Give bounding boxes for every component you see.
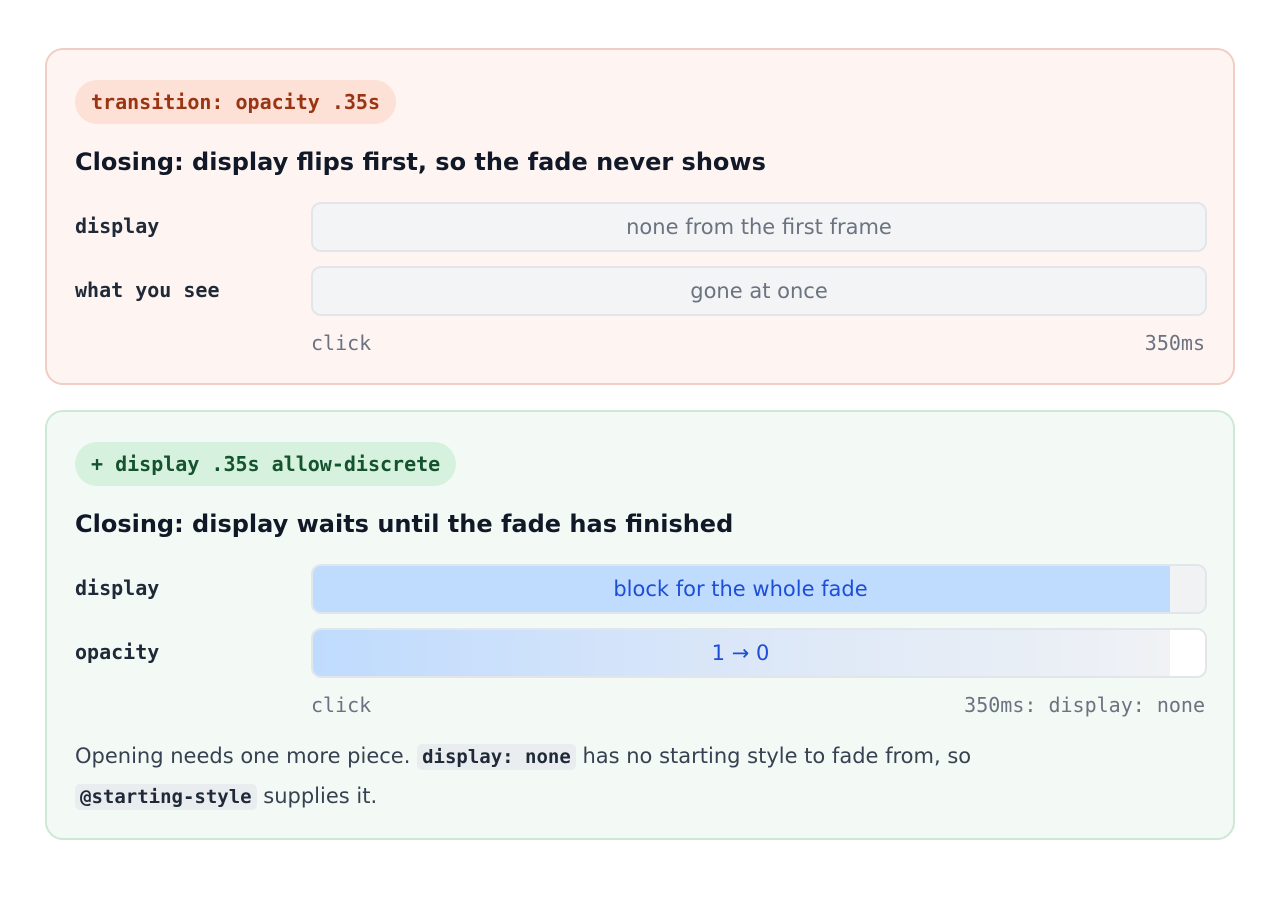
transition-pill: + display .35s allow-discrete bbox=[75, 442, 457, 486]
axis-end-label: 350ms: display: none bbox=[964, 693, 1205, 717]
row-label-display: display bbox=[75, 214, 160, 238]
visibility-bar: gone at once bbox=[311, 266, 1207, 316]
display-bar: none from the first frame bbox=[311, 202, 1207, 252]
allow-discrete-card: + display .35s allow-discrete Closing: d… bbox=[45, 410, 1235, 840]
row-label-what-you-see: what you see bbox=[75, 278, 220, 302]
display-bar: block for the whole fade bbox=[311, 564, 1207, 614]
explanation-note: Opening needs one more piece. display: n… bbox=[75, 737, 1075, 817]
note-text: supplies it. bbox=[256, 784, 378, 808]
axis-start-label: click bbox=[311, 331, 372, 355]
axis-end-label: 350ms bbox=[1144, 331, 1205, 355]
opacity-bar-text: 1 → 0 bbox=[711, 641, 770, 665]
note-code-display-none: display: none bbox=[417, 744, 576, 770]
card-heading: Closing: display waits until the fade ha… bbox=[75, 510, 734, 538]
row-label-opacity: opacity bbox=[75, 640, 160, 664]
opacity-bar: 1 → 0 bbox=[311, 628, 1207, 678]
transition-pill: transition: opacity .35s bbox=[75, 80, 396, 124]
card-heading: Closing: display flips first, so the fad… bbox=[75, 148, 766, 176]
note-text: has no starting style to fade from, so bbox=[575, 744, 972, 768]
note-text: Opening needs one more piece. bbox=[75, 744, 418, 768]
opacity-only-card: transition: opacity .35s Closing: displa… bbox=[45, 48, 1235, 385]
display-bar-text: none from the first frame bbox=[626, 215, 892, 239]
display-bar-text: block for the whole fade bbox=[613, 577, 868, 601]
visibility-bar-text: gone at once bbox=[690, 279, 828, 303]
note-code-starting-style: @starting-style bbox=[75, 784, 257, 810]
axis-start-label: click bbox=[311, 693, 372, 717]
row-label-display: display bbox=[75, 576, 160, 600]
